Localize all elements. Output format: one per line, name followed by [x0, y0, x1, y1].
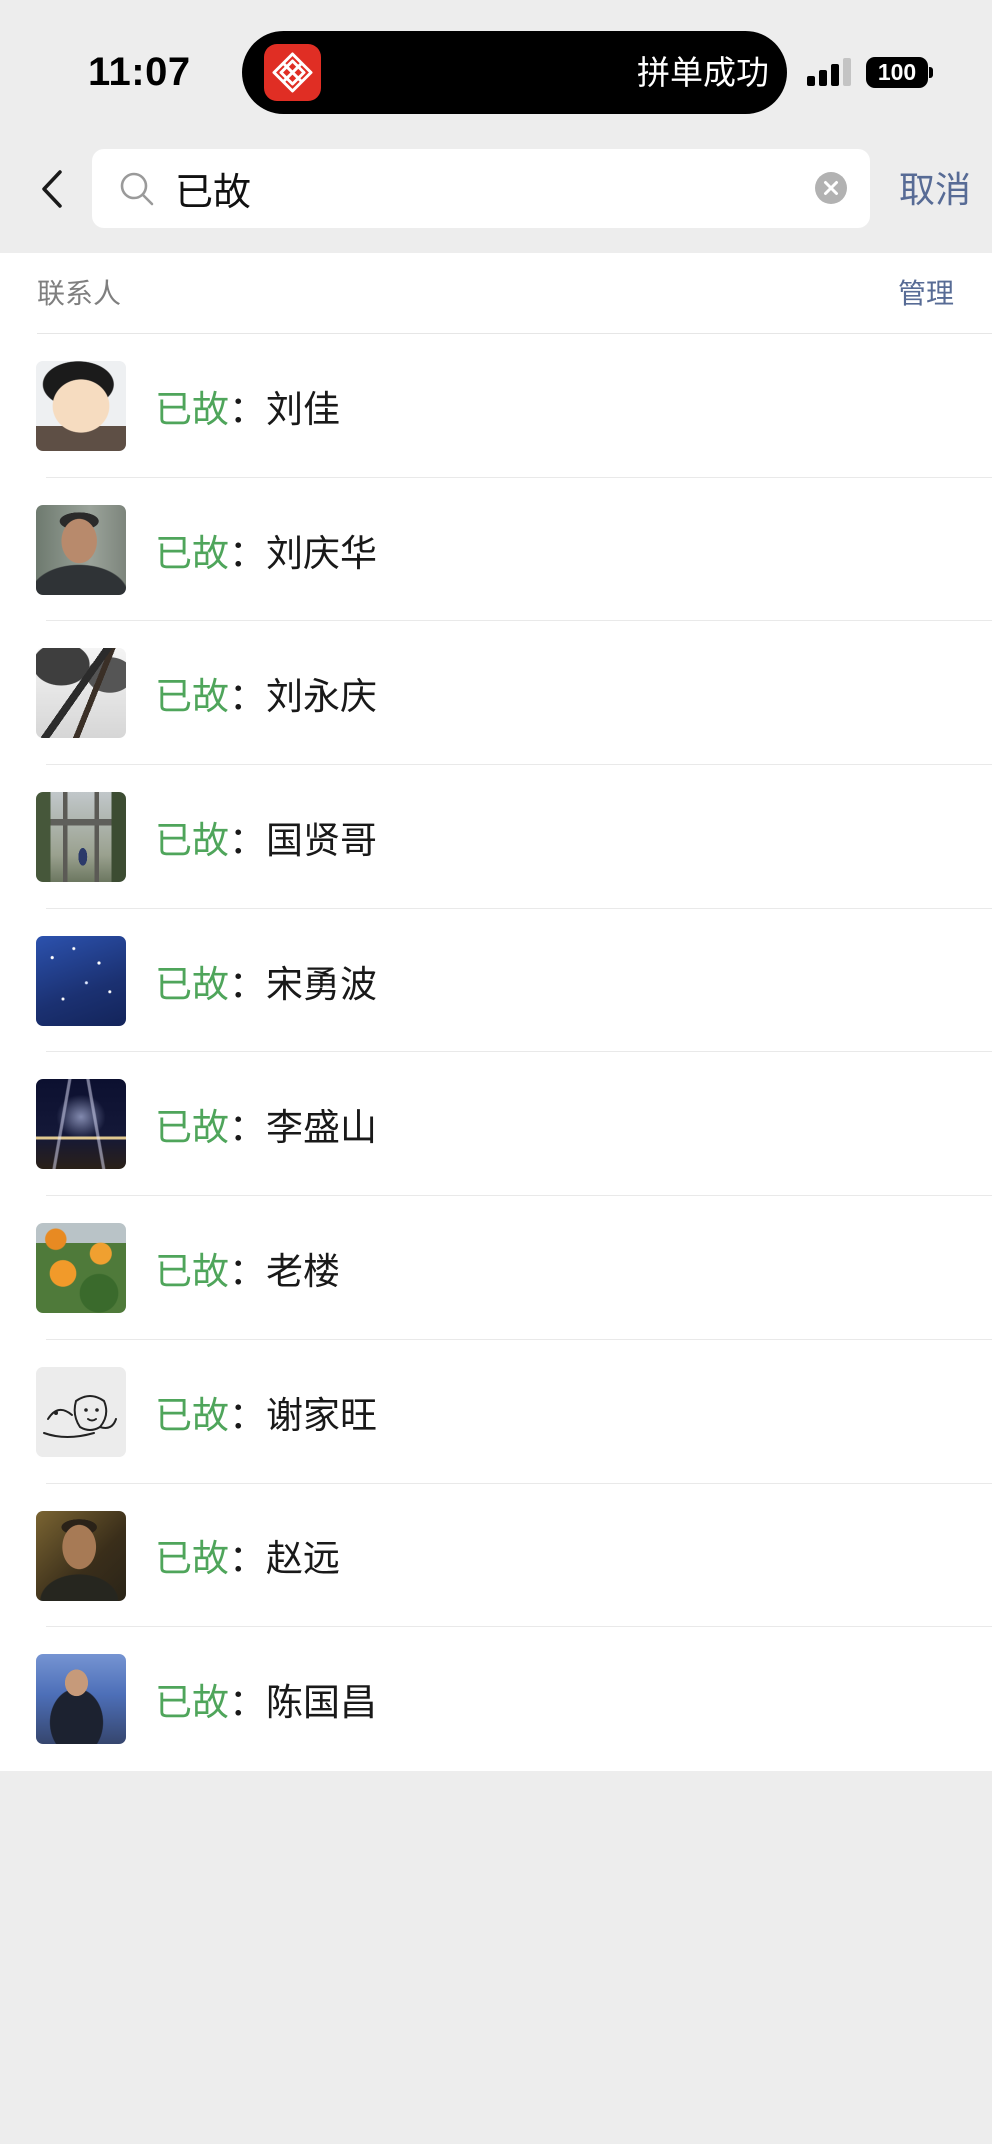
separator: ：: [229, 1538, 266, 1580]
contact-row[interactable]: 已故：陈国昌: [0, 1627, 992, 1771]
battery-icon: 100: [866, 57, 936, 88]
match-highlight: 已故: [155, 532, 229, 574]
contact-label: 已故：刘永庆: [155, 621, 377, 765]
search-icon: [118, 170, 156, 208]
contact-row[interactable]: 已故：李盛山: [0, 1052, 992, 1197]
search-bar[interactable]: [92, 149, 870, 228]
signal-bar: [807, 76, 815, 86]
match-highlight: 已故: [155, 1107, 229, 1149]
match-highlight: 已故: [155, 1538, 229, 1580]
match-highlight: 已故: [155, 1682, 229, 1724]
contact-row[interactable]: 已故：老楼: [0, 1196, 992, 1340]
contact-name: 赵远: [266, 1538, 340, 1580]
clear-icon[interactable]: [814, 171, 848, 205]
cellular-signal-icon: [807, 58, 853, 86]
contact-list: 已故：刘佳 已故：刘庆华 已故：刘永庆 已故：国贤哥 已故：宋勇波 已故：李盛山: [0, 334, 992, 1771]
contact-label: 已故：赵远: [155, 1484, 340, 1628]
contact-name: 宋勇波: [266, 963, 377, 1005]
separator: ：: [229, 1394, 266, 1436]
status-time: 11:07: [88, 50, 191, 94]
search-input[interactable]: [175, 149, 775, 228]
contact-name: 刘佳: [266, 388, 340, 430]
separator: ：: [229, 819, 266, 861]
contact-label: 已故：陈国昌: [155, 1627, 377, 1771]
contact-row[interactable]: 已故：赵远: [0, 1484, 992, 1628]
battery-level: 100: [866, 57, 928, 88]
manage-button[interactable]: 管理: [898, 253, 954, 334]
dynamic-island[interactable]: 拼单成功: [242, 31, 787, 114]
contact-row[interactable]: 已故：刘永庆: [0, 621, 992, 766]
contact-label: 已故：李盛山: [155, 1052, 377, 1196]
separator: ：: [229, 1682, 266, 1724]
avatar: [36, 1654, 126, 1745]
avatar: [36, 1079, 126, 1170]
match-highlight: 已故: [155, 1250, 229, 1292]
signal-bar: [831, 64, 839, 86]
contact-row[interactable]: 已故：刘庆华: [0, 478, 992, 622]
separator: ：: [229, 532, 266, 574]
contact-name: 刘庆华: [266, 532, 377, 574]
contact-label: 已故：国贤哥: [155, 765, 377, 909]
contact-row[interactable]: 已故：谢家旺: [0, 1340, 992, 1484]
contact-label: 已故：刘佳: [155, 334, 340, 478]
match-highlight: 已故: [155, 963, 229, 1005]
separator: ：: [229, 1250, 266, 1292]
search-results: 联系人 管理 已故：刘佳 已故：刘庆华 已故：刘永庆 已故：国贤哥 已故：宋勇波: [0, 253, 992, 1771]
avatar: [36, 504, 126, 595]
match-highlight: 已故: [155, 1394, 229, 1436]
separator: ：: [229, 963, 266, 1005]
contact-row[interactable]: 已故：刘佳: [0, 334, 992, 478]
avatar: [36, 648, 126, 739]
contact-name: 谢家旺: [266, 1394, 377, 1436]
avatar: [36, 1366, 126, 1457]
contact-label: 已故：刘庆华: [155, 478, 377, 622]
separator: ：: [229, 676, 266, 718]
signal-bar: [843, 58, 851, 86]
contact-name: 刘永庆: [266, 676, 377, 718]
avatar: [36, 1510, 126, 1601]
cancel-button[interactable]: 取消: [899, 168, 971, 212]
match-highlight: 已故: [155, 388, 229, 430]
contact-row[interactable]: 已故：宋勇波: [0, 909, 992, 1053]
contact-name: 陈国昌: [266, 1682, 377, 1724]
contact-row[interactable]: 已故：国贤哥: [0, 765, 992, 909]
section-header: 联系人 管理: [0, 253, 992, 334]
separator: ：: [229, 388, 266, 430]
contact-name: 老楼: [266, 1250, 340, 1292]
contact-name: 国贤哥: [266, 819, 377, 861]
pinduoduo-icon: [264, 44, 321, 101]
contact-name: 李盛山: [266, 1107, 377, 1149]
avatar: [36, 361, 126, 451]
contact-label: 已故：老楼: [155, 1196, 340, 1340]
contact-label: 已故：宋勇波: [155, 909, 377, 1053]
match-highlight: 已故: [155, 676, 229, 718]
avatar: [36, 1223, 126, 1314]
avatar: [36, 792, 126, 883]
island-notification-text: 拼单成功: [637, 54, 769, 91]
chevron-left-icon: [42, 170, 62, 208]
avatar: [36, 935, 126, 1026]
separator: ：: [229, 1107, 266, 1149]
section-title: 联系人: [37, 278, 122, 309]
battery-nub: [929, 67, 933, 78]
match-highlight: 已故: [155, 819, 229, 861]
signal-bar: [819, 70, 827, 86]
back-button[interactable]: [36, 168, 66, 210]
contact-label: 已故：谢家旺: [155, 1340, 377, 1484]
